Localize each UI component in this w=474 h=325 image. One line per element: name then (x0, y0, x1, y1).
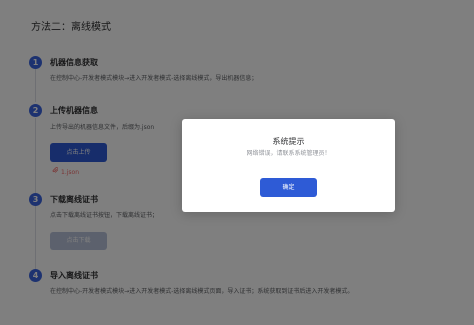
dialog-title: 系统提示 (272, 137, 305, 146)
confirm-button[interactable]: 确定 (260, 178, 317, 197)
system-alert-dialog: 系统提示 网络错误，请联系系统管理员！ 确定 (182, 119, 395, 212)
dialog-message: 网络错误，请联系系统管理员！ (246, 150, 331, 157)
